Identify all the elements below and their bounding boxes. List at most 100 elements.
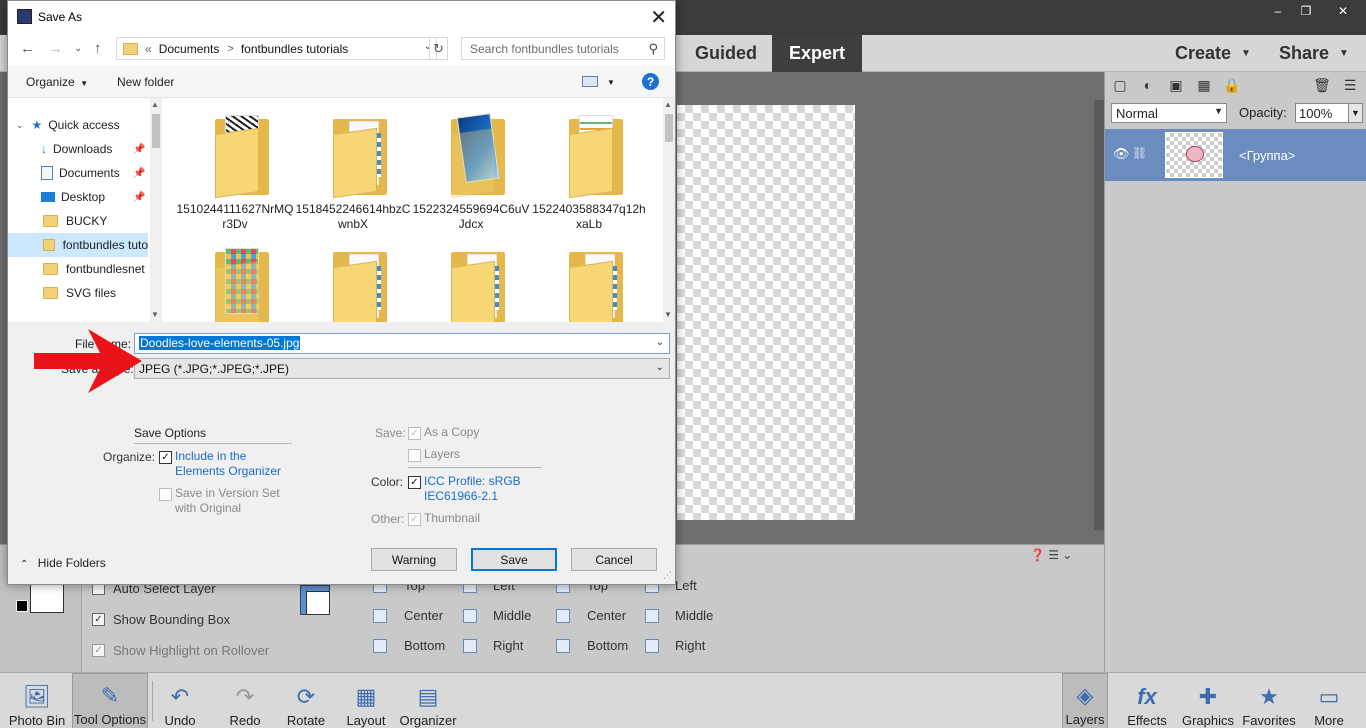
photo-bin-button[interactable]: 🖼 Photo Bin [4,673,70,728]
app-close-button[interactable]: ✕ [1320,0,1366,22]
align-middle-icon[interactable] [463,609,477,623]
address-bar[interactable]: « Documents > fontbundles tutorials ⌄ [116,37,437,60]
file-item[interactable]: 1522403588347q12hxaLb [530,98,648,231]
back-arrow-icon[interactable]: ← [20,40,35,57]
scroll-up-arrow[interactable]: ▲ [151,100,159,109]
show-bounding-box-option[interactable]: ✓ Show Bounding Box [92,612,230,627]
lock-all-icon[interactable]: 🔒 [1223,76,1241,94]
lock-transparency-icon[interactable]: ▦ [1195,76,1213,94]
link-icon[interactable]: ⛓ [1132,146,1147,160]
nav-item-bucky[interactable]: BUCKY [8,209,148,233]
address-segment-documents[interactable]: Documents [159,42,220,56]
layers-button[interactable]: ◈ Layers [1062,673,1108,728]
include-organizer-line2[interactable]: Elements Organizer [175,464,281,479]
tab-guided[interactable]: Guided [680,35,772,72]
cancel-button[interactable]: Cancel [571,548,657,571]
file-item[interactable]: 1518452246614hbzCwnbX [294,98,412,231]
nav-item-svg-files[interactable]: SVG files [8,281,148,305]
file-item[interactable] [294,243,412,322]
icc-profile-checkbox[interactable]: ✓ [408,476,421,489]
distribute-bottom-icon[interactable] [556,639,570,653]
help-icon[interactable]: ? [642,73,659,90]
as-a-copy-checkbox[interactable]: ✓ [408,427,421,440]
scroll-down-arrow[interactable]: ▼ [151,310,159,319]
effects-button[interactable]: fx Effects [1122,673,1172,728]
pin-icon[interactable]: 📌 [133,144,145,155]
canvas-scrollbar[interactable] [1094,100,1104,530]
close-icon[interactable]: ✕ [650,5,667,30]
file-name-input[interactable]: Doodles-love-elements-05.jpg ⌄ [134,333,670,354]
rotate-button[interactable]: ⟳ Rotate [282,673,330,728]
highlight-checkbox[interactable]: ✓ [92,644,105,657]
distribute-right-icon[interactable] [645,639,659,653]
nav-pane-scrollbar[interactable]: ▲ ▼ [150,98,162,322]
nav-item-desktop[interactable]: Desktop 📌 [8,185,148,209]
undo-button[interactable]: ↶ Undo [156,673,204,728]
foreground-color-swatch[interactable] [16,600,28,612]
save-as-type-select[interactable]: JPEG (*.JPG;*.JPEG;*.JPE) ⌄ [134,358,670,379]
graphics-button[interactable]: ✚ Graphics [1182,673,1234,728]
refresh-icon[interactable]: ↻ [429,37,448,60]
pin-icon[interactable]: 📌 [133,192,145,203]
organizer-button[interactable]: ▤ Organizer [398,673,458,728]
nav-item-fontbundlesnet[interactable]: fontbundlesnet [8,257,148,281]
opacity-field[interactable]: 100% [1295,103,1349,123]
tool-options-help-icon[interactable]: ❓ ☰ ⌄ [1030,548,1072,562]
warning-button[interactable]: Warning [371,548,457,571]
nav-item-quick-access[interactable]: ⌄ ★ Quick access [8,113,148,137]
search-input[interactable]: Search fontbundles tutorials ⚲ [461,37,665,60]
scroll-up-arrow[interactable]: ▲ [664,100,672,109]
adjustment-layer-icon[interactable]: ◐ [1139,76,1157,94]
version-set-checkbox[interactable] [159,488,172,501]
file-item[interactable] [412,243,530,322]
align-bottom-icon[interactable] [373,639,387,653]
tool-options-button[interactable]: ✎ Tool Options [72,673,148,728]
address-segment-folder[interactable]: fontbundles tutorials [241,42,348,56]
share-menu[interactable]: Share ▼ [1279,35,1349,72]
dialog-titlebar[interactable]: Save As ✕ [8,1,675,32]
favorites-button[interactable]: ★ Favorites [1242,673,1296,728]
nav-item-documents[interactable]: Documents 📌 [8,161,148,185]
create-menu[interactable]: Create ▼ [1175,35,1251,72]
layers-checkbox[interactable] [408,449,421,462]
new-folder-button[interactable]: New folder [117,75,174,89]
include-organizer-checkbox[interactable]: ✓ [159,451,172,464]
pin-icon[interactable]: 📌 [133,168,145,179]
distribute-middle-icon[interactable] [645,609,659,623]
eye-icon[interactable]: 👁 [1113,146,1130,162]
bounding-box-checkbox[interactable]: ✓ [92,613,105,626]
file-item[interactable] [176,243,294,322]
view-options-icon[interactable] [582,76,598,87]
file-list-scrollbar[interactable]: ▲ ▼ [663,98,675,322]
file-item[interactable]: 1522324559694C6uVJdcx [412,98,530,231]
forward-arrow-icon[interactable]: → [48,40,63,57]
distribute-center-icon[interactable] [556,609,570,623]
hide-folders-toggle[interactable]: ⌃ Hide Folders [20,556,106,570]
nav-item-downloads[interactable]: ↓ Downloads 📌 [8,137,148,161]
recent-locations-icon[interactable]: ⌄ [74,43,82,54]
layout-button[interactable]: ▦ Layout [342,673,390,728]
chevron-down-icon[interactable]: ▼ [607,78,615,87]
blend-mode-select[interactable]: Normal ▼ [1111,103,1227,123]
icc-profile-line2[interactable]: IEC61966-2.1 [424,489,498,504]
icc-profile-line1[interactable]: ICC Profile: sRGB [424,474,521,489]
file-list-scroll-thumb[interactable] [665,114,673,142]
file-item[interactable]: 1510244111627NrMQr3Dv [176,98,294,231]
layer-row[interactable]: 👁 ⛓ <Группа> [1105,129,1366,181]
address-overflow[interactable]: « [145,42,152,56]
restore-button[interactable]: ❐ [1292,0,1320,22]
organize-menu[interactable]: Organize ▼ [26,75,88,89]
trash-icon[interactable]: 🗑 [1313,76,1331,94]
layer-mask-icon[interactable]: ▣ [1167,76,1185,94]
minimize-button[interactable]: – [1264,0,1292,22]
more-button[interactable]: ▭ More [1306,673,1352,728]
resize-grip-icon[interactable]: ⋰ [663,570,672,581]
file-item[interactable] [530,243,648,322]
save-button[interactable]: Save [471,548,557,571]
nav-item-fontbundles-tutorials[interactable]: fontbundles tuto [8,233,148,257]
scroll-down-arrow[interactable]: ▼ [664,310,672,319]
new-layer-icon[interactable]: ▢ [1111,76,1129,94]
nav-pane-scroll-thumb[interactable] [152,114,160,148]
panel-menu-icon[interactable]: ☰ [1341,76,1359,94]
chevron-down-icon[interactable]: ⌄ [656,337,664,348]
